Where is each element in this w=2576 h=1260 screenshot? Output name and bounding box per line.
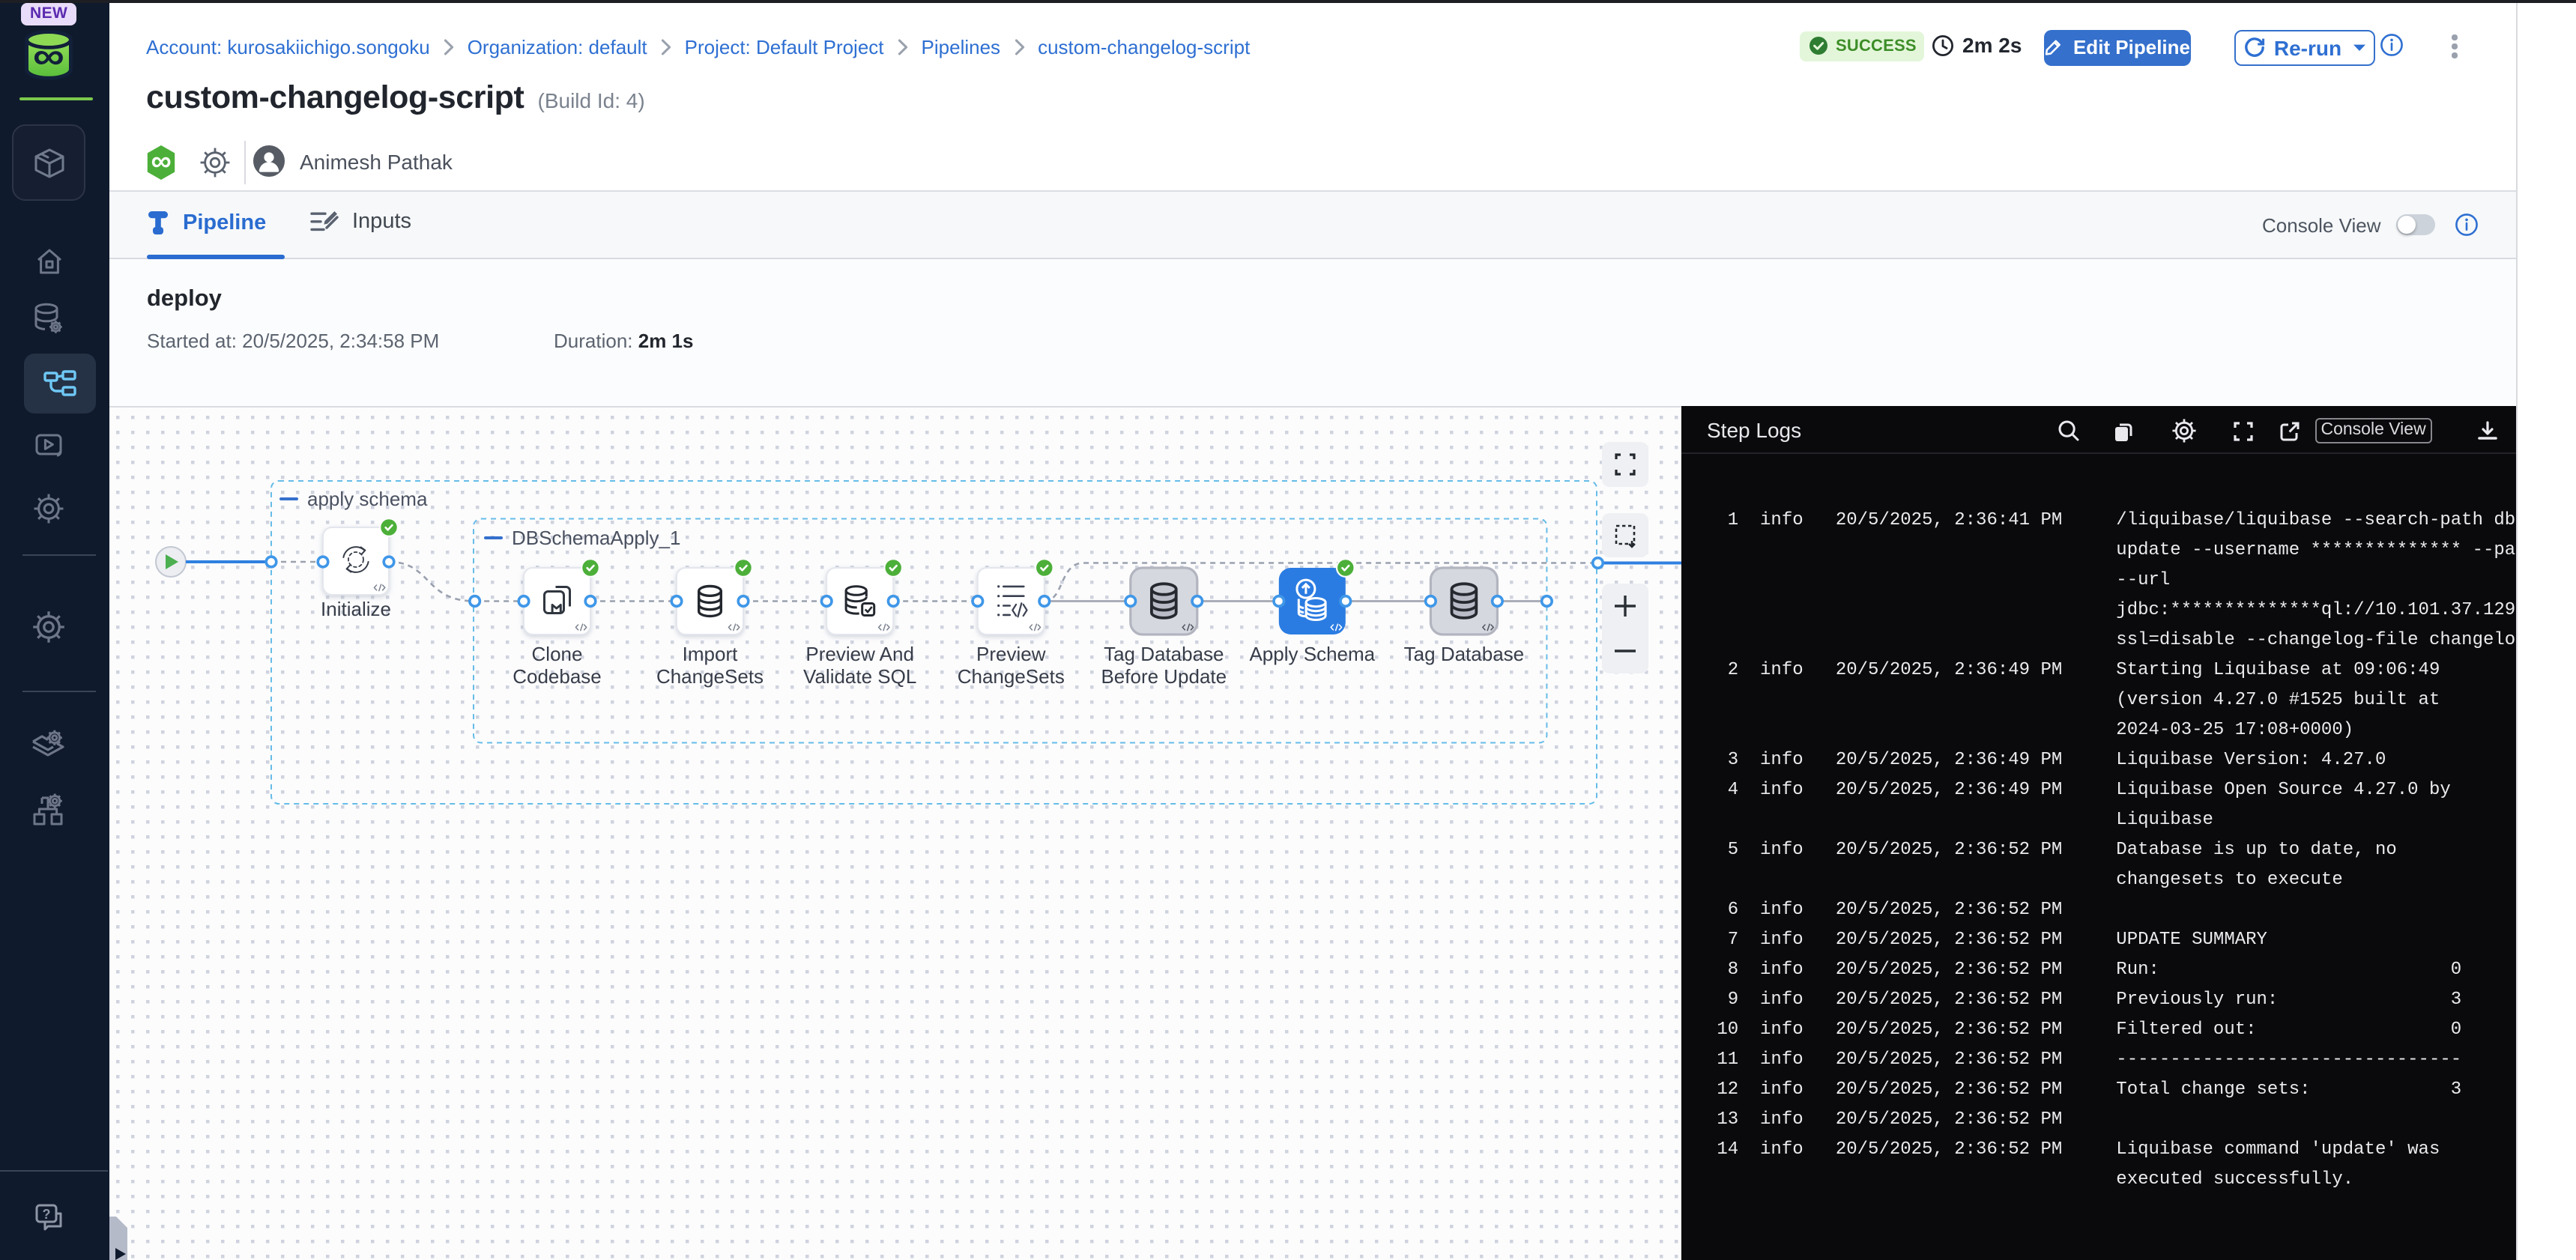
svg-text:Tag Database: Tag Database <box>1403 643 1523 665</box>
svg-text:?: ? <box>43 1207 51 1222</box>
svg-text:Clone: Clone <box>531 643 582 665</box>
svg-text:DBSchemaApply_1: DBSchemaApply_1 <box>511 527 680 549</box>
svg-text:ChangeSets: ChangeSets <box>656 665 763 688</box>
svg-text:Tag Database: Tag Database <box>1103 643 1223 665</box>
svg-text:Preview: Preview <box>976 643 1045 665</box>
svg-text:Initialize: Initialize <box>320 598 390 620</box>
svg-text:Import: Import <box>682 643 737 665</box>
svg-text:Preview And: Preview And <box>805 643 913 665</box>
svg-text:Apply Schema: Apply Schema <box>1248 643 1374 665</box>
svg-text:∞: ∞ <box>32 34 64 77</box>
svg-text:ChangeSets: ChangeSets <box>957 665 1064 688</box>
svg-text:Codebase: Codebase <box>512 665 601 688</box>
svg-text:apply schema: apply schema <box>306 488 427 510</box>
svg-text:Validate SQL: Validate SQL <box>802 665 916 688</box>
svg-text:∞: ∞ <box>151 146 171 178</box>
svg-text:Before Update: Before Update <box>1100 665 1226 688</box>
